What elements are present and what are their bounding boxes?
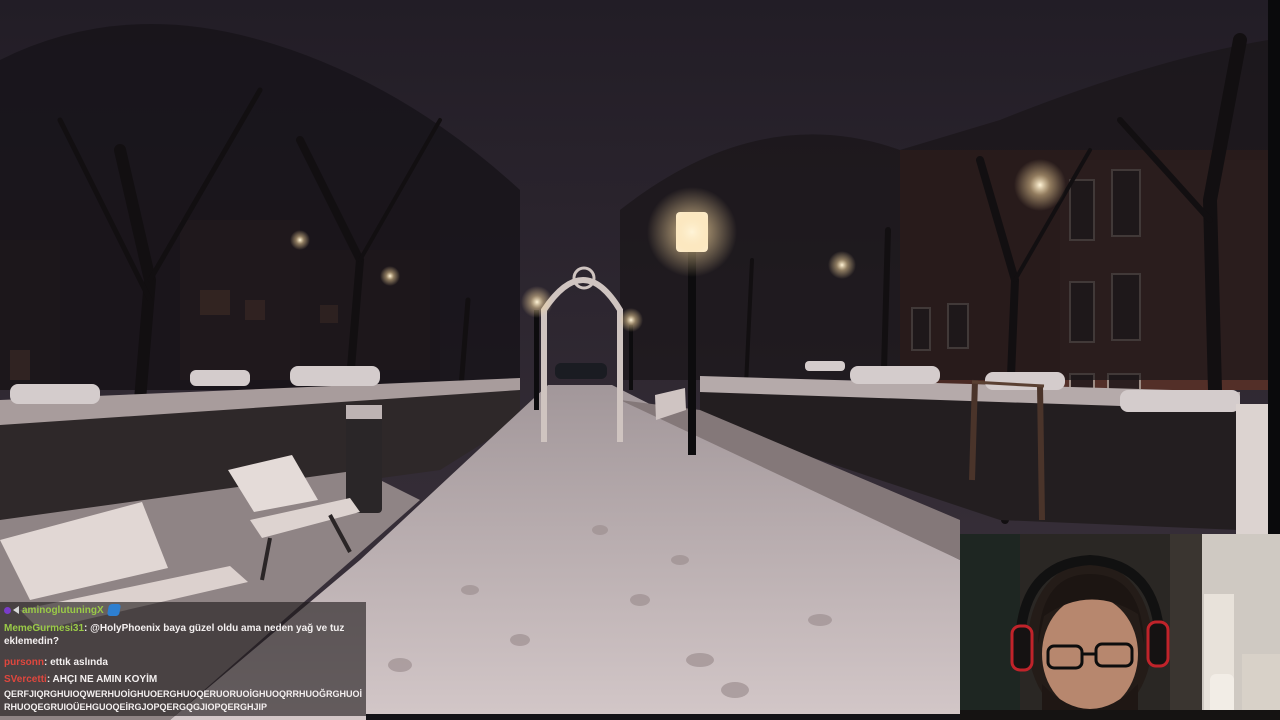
- stream-view: aminoglutuningX MemeGurmesi31: @HolyPhoe…: [0, 0, 1280, 720]
- chat-username[interactable]: pursonn: [4, 657, 44, 668]
- chat-message: MemeGurmesi31: @HolyPhoenix baya güzel o…: [4, 622, 364, 648]
- webcam-feed: [960, 534, 1280, 720]
- bottom-strip: [366, 714, 960, 720]
- emote-icon: [106, 604, 121, 617]
- chat-username[interactable]: MemeGurmesi31: [4, 623, 84, 634]
- subscriber-badge-icon: [4, 606, 11, 614]
- chat-message: pursonn: ettık aslında: [4, 656, 108, 669]
- chat-text: : AHÇI NE AMIN KOYİM: [46, 674, 158, 685]
- chat-username[interactable]: SVercetti: [4, 674, 47, 685]
- chat-message: QERFJIQRGHUIOQWERHUOİGHUOERGHUOQERUORUOİ…: [4, 688, 366, 714]
- webcam-image: [960, 534, 1280, 720]
- chat-username[interactable]: aminoglutuningX: [22, 605, 104, 616]
- chat-message: SVercetti: AHÇI NE AMIN KOYİM: [4, 673, 157, 686]
- chat-text: QERFJIQRGHUIOQWERHUOİGHUOERGHUOQERUORUOİ…: [4, 689, 363, 712]
- chat-text: : ettık aslında: [44, 657, 108, 668]
- chat-message: aminoglutuningX: [4, 604, 121, 617]
- chat-overlay: aminoglutuningX MemeGurmesi31: @HolyPhoe…: [0, 602, 366, 716]
- badge-icon: [13, 606, 19, 615]
